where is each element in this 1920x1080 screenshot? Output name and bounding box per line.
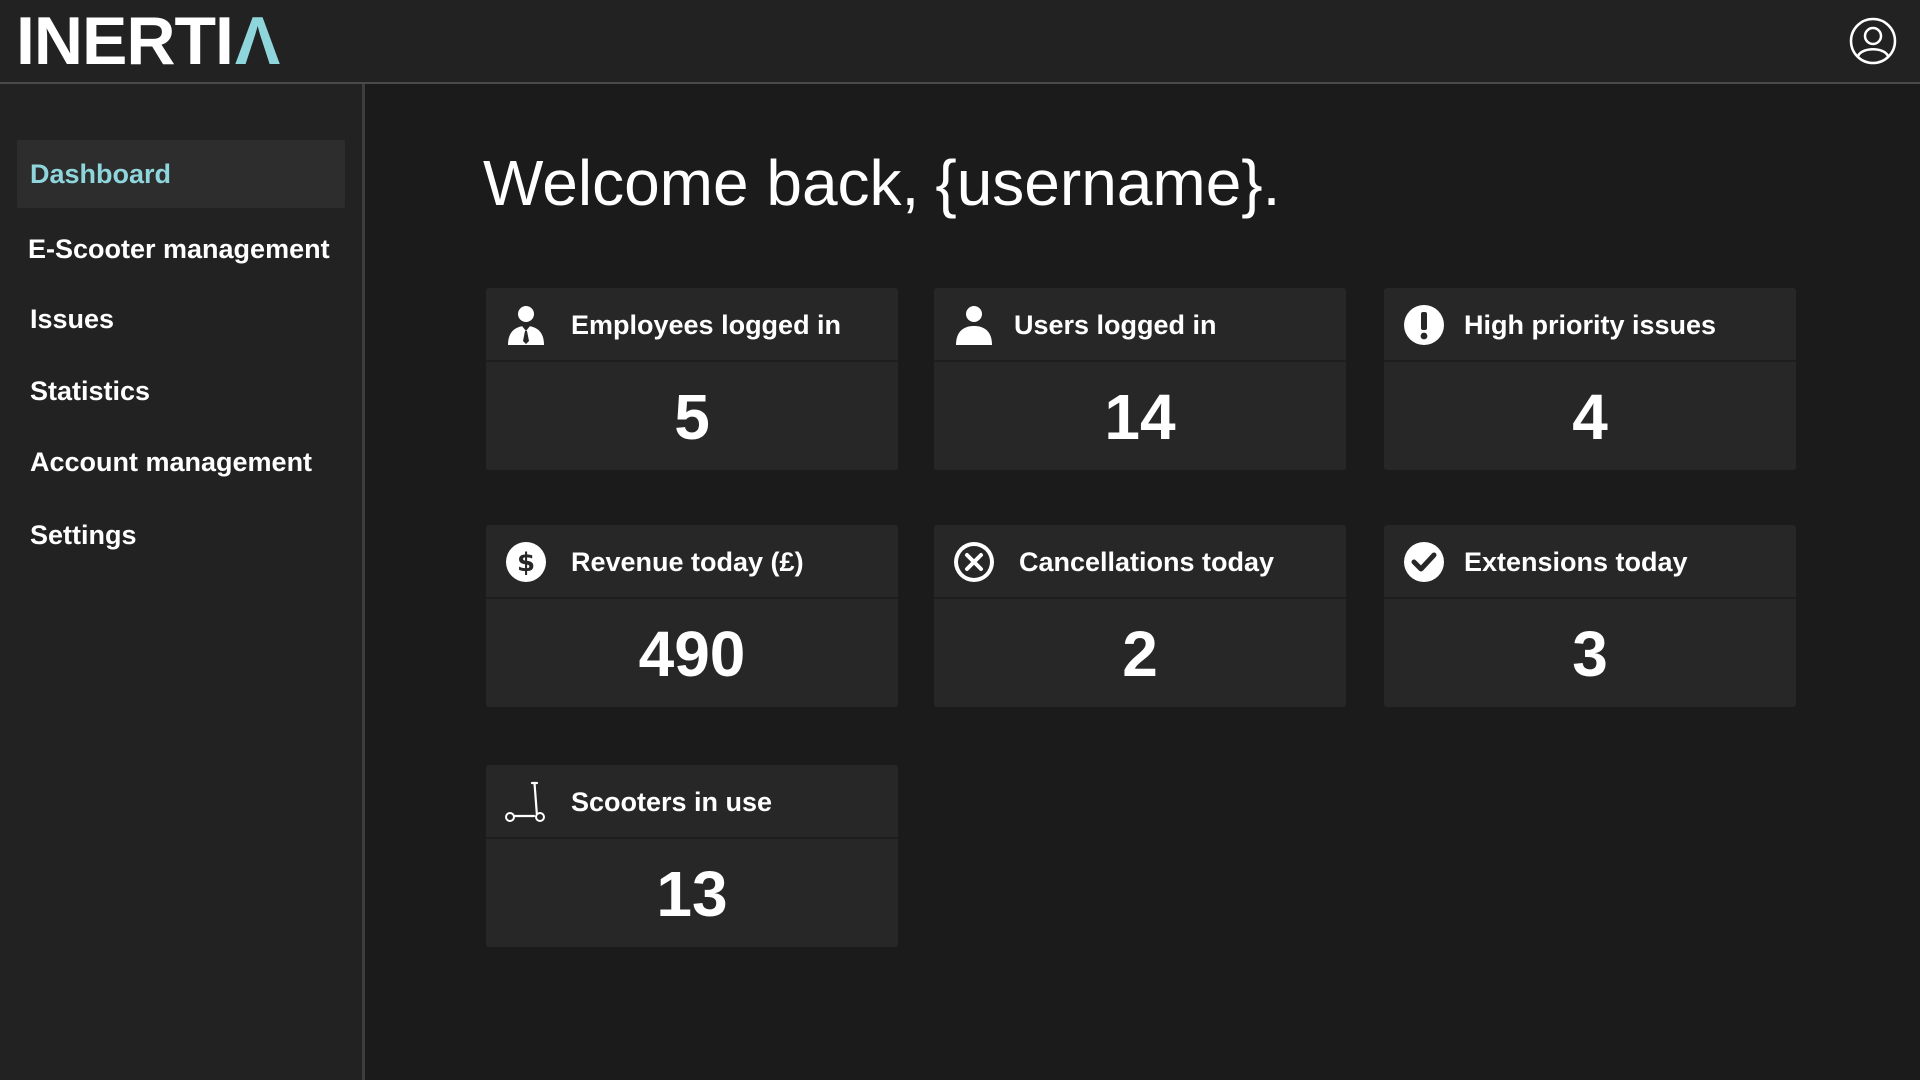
stat-card-high-priority-issues: High priority issues 4	[1384, 288, 1796, 470]
stat-card-employees: Employees logged in 5	[486, 288, 898, 470]
exclamation-circle-icon	[1402, 303, 1446, 347]
card-header: Scooters in use	[486, 765, 898, 839]
card-header: Users logged in	[934, 288, 1346, 362]
card-header: $ Revenue today (£)	[486, 525, 898, 599]
profile-button[interactable]	[1848, 16, 1898, 66]
sidebar-item-label: Statistics	[30, 375, 151, 406]
card-title: Scooters in use	[571, 786, 773, 817]
check-circle-icon	[1402, 540, 1446, 584]
card-title: Extensions today	[1464, 546, 1688, 577]
stat-card-cancellations-today: Cancellations today 2	[934, 525, 1346, 707]
sidebar-item-issues[interactable]: Issues	[17, 285, 345, 353]
app-logo[interactable]: INERTI Λ	[16, 3, 280, 79]
svg-text:$: $	[517, 548, 535, 578]
card-title: Users logged in	[1014, 309, 1217, 340]
card-header: High priority issues	[1384, 288, 1796, 362]
card-value: 4	[1572, 381, 1608, 453]
card-value: 3	[1572, 618, 1608, 690]
sidebar-item-e-scooter-management[interactable]: E-Scooter management	[17, 215, 345, 283]
card-value: 5	[674, 381, 710, 453]
card-value: 490	[638, 618, 746, 690]
stat-card-users: Users logged in 14	[934, 288, 1346, 470]
card-title: Revenue today (£)	[571, 546, 804, 577]
dollar-circle-icon: $	[504, 540, 548, 584]
card-value: 13	[656, 858, 728, 930]
card-header: Employees logged in	[486, 288, 898, 362]
stat-card-scooters-in-use: Scooters in use 13	[486, 765, 898, 947]
sidebar-item-dashboard[interactable]: Dashboard	[17, 140, 345, 208]
card-value: 14	[1104, 381, 1176, 453]
card-title: High priority issues	[1464, 309, 1717, 340]
employee-icon	[504, 303, 548, 347]
user-icon	[952, 303, 996, 347]
sidebar-item-account-management[interactable]: Account management	[17, 428, 345, 496]
x-circle-icon	[952, 540, 996, 584]
sidebar-item-label: Account management	[30, 446, 313, 477]
user-circle-icon	[1849, 17, 1897, 65]
sidebar-item-label: Settings	[30, 519, 137, 550]
stat-card-revenue-today: $ Revenue today (£) 490	[486, 525, 898, 707]
logo-accent: Λ	[234, 3, 280, 79]
top-bar: INERTI Λ	[0, 0, 1920, 84]
sidebar-item-label: Dashboard	[30, 158, 172, 189]
card-value: 2	[1122, 618, 1158, 690]
logo-text: INERTI	[16, 3, 234, 79]
card-header: Extensions today	[1384, 525, 1796, 599]
card-title: Cancellations today	[1019, 546, 1275, 577]
stat-card-extensions-today: Extensions today 3	[1384, 525, 1796, 707]
sidebar-item-statistics[interactable]: Statistics	[17, 357, 345, 425]
scooter-icon	[504, 780, 548, 824]
welcome-username: {username}.	[935, 147, 1281, 219]
sidebar-item-settings[interactable]: Settings	[17, 501, 345, 569]
welcome-heading: Welcome back, {username}.	[483, 138, 1280, 228]
welcome-prefix: Welcome back,	[483, 147, 920, 219]
sidebar: Dashboard E-Scooter management Issues St…	[0, 84, 365, 1080]
sidebar-item-label: Issues	[30, 303, 115, 334]
sidebar-item-label: E-Scooter management	[28, 233, 330, 264]
card-title: Employees logged in	[571, 309, 842, 340]
card-header: Cancellations today	[934, 525, 1346, 599]
